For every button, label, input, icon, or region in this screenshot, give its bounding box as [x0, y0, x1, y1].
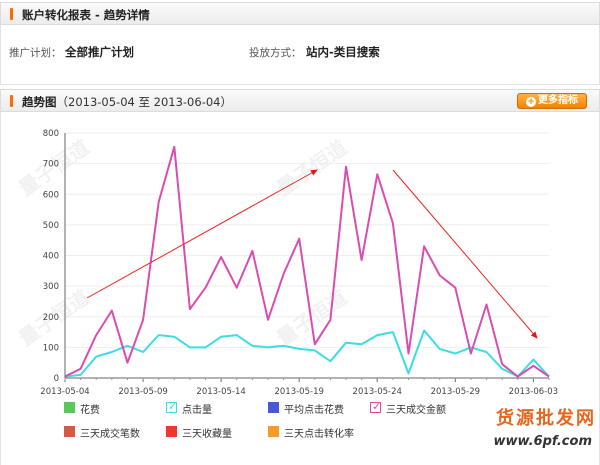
legend-label: 花费 — [80, 405, 100, 416]
legend-checkbox[interactable] — [268, 402, 279, 413]
y-tick-label: 0 — [54, 374, 59, 384]
series-line — [64, 145, 550, 378]
y-tick-label: 800 — [43, 129, 59, 139]
x-tick-label: 2013-05-19 — [274, 387, 323, 397]
watermark-site-url: www.6pf.com — [493, 434, 592, 449]
report-header: 账户转化报表 - 趋势详情 — [0, 2, 600, 25]
legend-label: 平均点击花费 — [284, 405, 344, 416]
more-metrics-label: 更多指标 — [538, 95, 578, 106]
trend-title: 趋势图（2013-05-04 至 2013-06-04） — [22, 94, 232, 110]
x-tick-label: 2013-05-29 — [431, 387, 480, 397]
header-marker-icon — [10, 8, 13, 20]
legend-label: 三天收藏量 — [182, 429, 232, 440]
legend-checkbox[interactable]: ✓ — [370, 400, 382, 413]
legend-label: 三天点击转化率 — [284, 429, 354, 440]
legend-checkbox[interactable]: ✓ — [166, 400, 178, 413]
method-value: 站内-类目搜索 — [306, 45, 380, 59]
more-metrics-button[interactable]: + 更多指标 — [517, 93, 587, 109]
y-tick-label: 700 — [43, 160, 59, 170]
y-tick-label: 600 — [43, 190, 59, 200]
checkmark-icon: ✓ — [372, 400, 382, 413]
legend-checkbox[interactable] — [268, 426, 279, 437]
checkmark-icon: ✓ — [168, 400, 178, 413]
x-tick-label: 2013-05-09 — [118, 387, 167, 397]
y-tick-label: 500 — [43, 221, 59, 231]
x-tick-label: 2013-05-04 — [40, 387, 89, 397]
trend-marker-icon — [10, 95, 13, 107]
y-tick-label: 400 — [43, 252, 59, 262]
legend-label: 三天成交笔数 — [80, 429, 140, 440]
legend-label: 三天成交金额 — [386, 405, 446, 416]
legend-checkbox[interactable] — [64, 402, 75, 413]
y-tick-label: 100 — [43, 343, 59, 353]
legend-label: 点击量 — [182, 405, 212, 416]
watermark-site-name: 货源批发网 — [496, 408, 596, 429]
trend-header: 趋势图（2013-05-04 至 2013-06-04） + 更多指标 — [0, 89, 600, 112]
date-range: （2013-05-04 至 2013-06-04） — [56, 95, 232, 109]
legend-checkbox[interactable] — [64, 426, 75, 437]
plan-label: 推广计划： — [9, 47, 62, 59]
filter-info: 推广计划： 全部推广计划 投放方式： 站内-类目搜索 — [0, 25, 600, 85]
page-title: 账户转化报表 - 趋势详情 — [22, 8, 150, 22]
y-tick-label: 300 — [43, 282, 59, 292]
plus-icon: + — [526, 97, 536, 107]
site-watermark: 货源批发网 www.6pf.com — [478, 404, 596, 462]
x-tick-label: 2013-05-14 — [196, 387, 245, 397]
x-tick-label: 2013-06-03 — [509, 387, 558, 397]
y-tick-label: 200 — [43, 313, 59, 323]
x-tick-label: 2013-05-24 — [353, 387, 402, 397]
trend-title-text: 趋势图 — [22, 95, 57, 109]
plan-value: 全部推广计划 — [65, 45, 134, 59]
trend-chart: 0 100 200 300 400 500 600 700 800 2013-05-04 2013-… — [40, 129, 558, 397]
method-label: 投放方式： — [249, 47, 302, 59]
legend-checkbox[interactable] — [166, 426, 177, 437]
